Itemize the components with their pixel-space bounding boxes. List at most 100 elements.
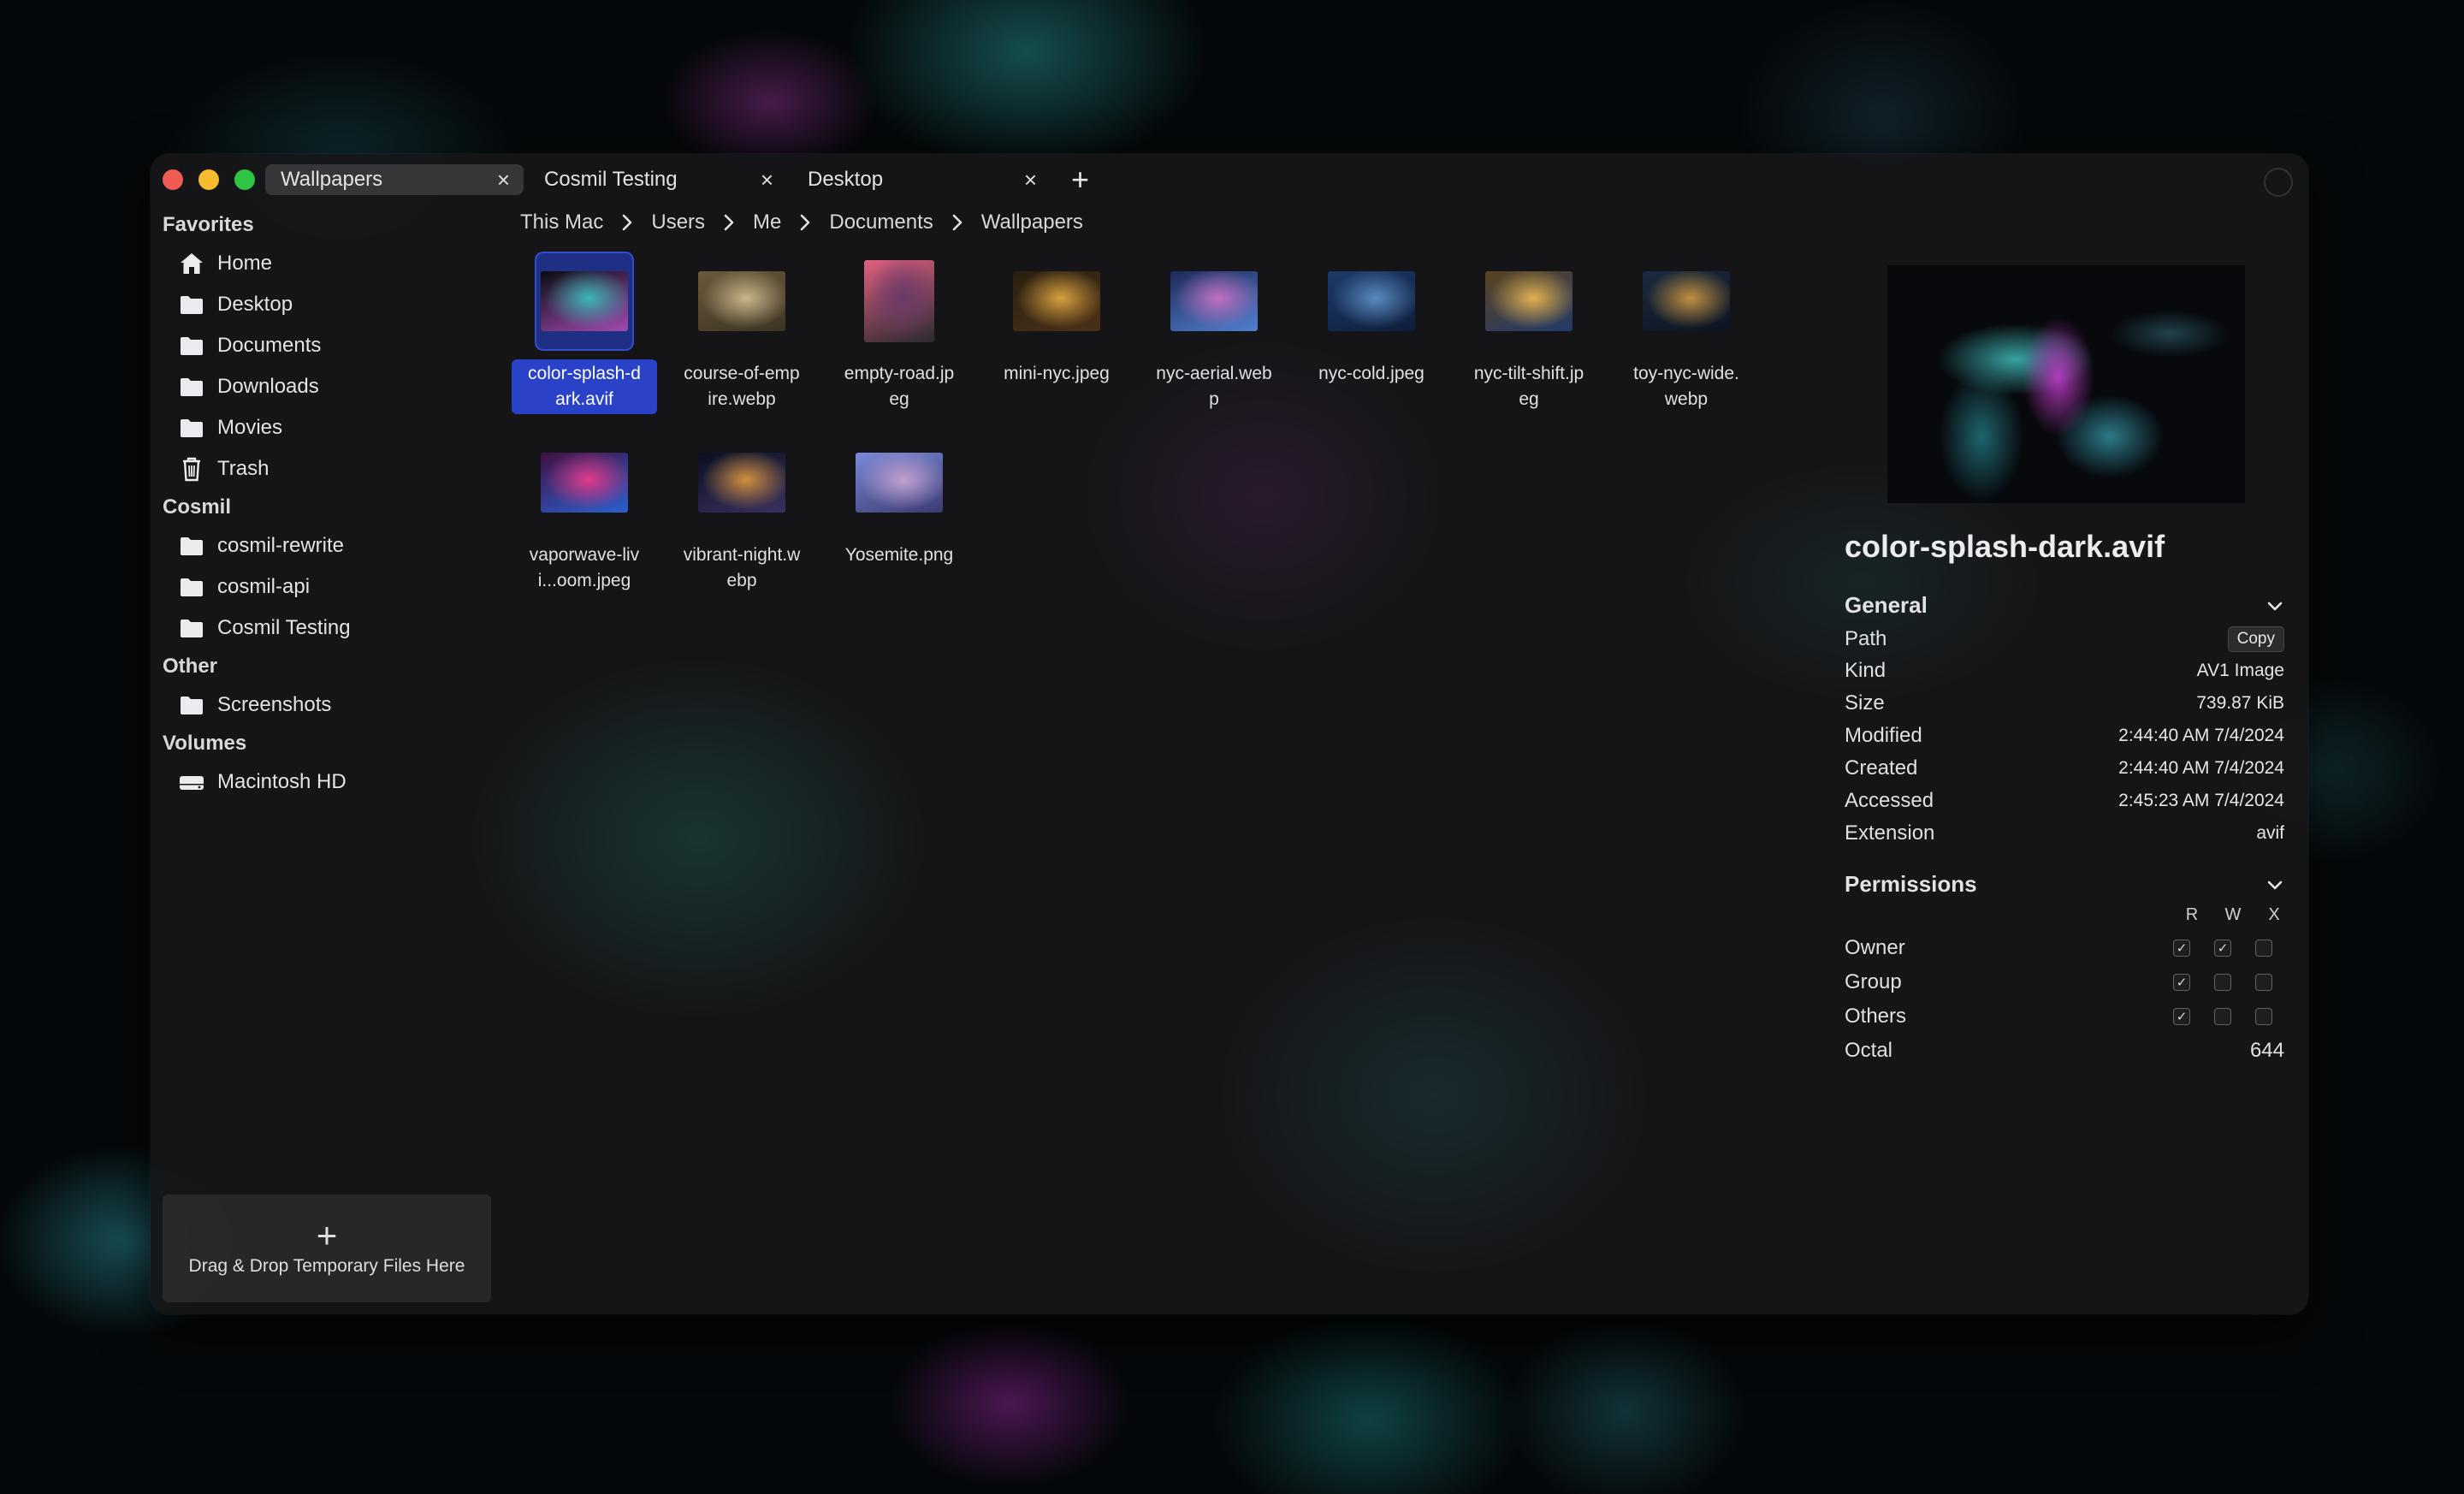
file-item[interactable]: nyc-tilt-shift.jp eg: [1456, 252, 1602, 414]
permission-checkbox-execute[interactable]: [2243, 940, 2284, 957]
file-item[interactable]: course-of-emp ire.webp: [669, 252, 814, 414]
info-label: Created: [1845, 756, 1918, 780]
sidebar-item-home[interactable]: Home: [163, 243, 496, 284]
info-value: 739.87 KiB: [2196, 693, 2284, 713]
chevron-down-icon: [2267, 602, 2283, 610]
chevron-down-icon: [2267, 880, 2283, 889]
file-name: course-of-emp ire.webp: [684, 364, 800, 409]
info-value: 2:45:23 AM 7/4/2024: [2118, 791, 2284, 810]
sidebar-item-macintosh-hd[interactable]: Macintosh HD: [163, 762, 496, 803]
copy-path-button[interactable]: Copy: [2227, 626, 2284, 652]
folder-icon: [178, 573, 205, 601]
empty-checkbox-icon: [2255, 974, 2272, 991]
permission-checkbox-write[interactable]: [2202, 974, 2243, 991]
permission-checkbox-write[interactable]: [2202, 1008, 2243, 1025]
file-item[interactable]: vibrant-night.w ebp: [669, 433, 814, 596]
info-value: 2:44:40 AM 7/4/2024: [2118, 726, 2284, 745]
sidebar-item-movies[interactable]: Movies: [163, 407, 496, 448]
file-thumbnail: [541, 453, 628, 513]
minimize-window-button[interactable]: [198, 169, 219, 190]
sidebar-item-screenshots[interactable]: Screenshots: [163, 685, 496, 726]
dropzone-label: Drag & Drop Temporary Files Here: [188, 1256, 465, 1276]
file-name: vibrant-night.w ebp: [683, 545, 801, 590]
info-label: Extension: [1845, 821, 1935, 845]
tab-desktop[interactable]: Desktop ×: [792, 164, 1051, 195]
permission-checkbox-read[interactable]: ✓: [2161, 1008, 2202, 1025]
file-item[interactable]: toy-nyc-wide. webp: [1614, 252, 1759, 414]
file-item[interactable]: nyc-cold.jpeg: [1299, 252, 1444, 388]
sidebar-item-cosmil-api[interactable]: cosmil-api: [163, 566, 496, 608]
file-item[interactable]: vaporwave-liv i...oom.jpeg: [512, 433, 657, 596]
permission-checkbox-execute[interactable]: [2243, 1008, 2284, 1025]
info-label: Size: [1845, 691, 1885, 714]
folder-icon: [178, 373, 205, 400]
temporary-files-dropzone[interactable]: + Drag & Drop Temporary Files Here: [163, 1195, 491, 1302]
file-thumbnail-frame: [1164, 252, 1264, 351]
permission-row-others: Others ✓: [1845, 1005, 2284, 1029]
checkmark-icon: ✓: [2173, 974, 2190, 991]
new-tab-button[interactable]: +: [1071, 164, 1089, 195]
sidebar-item-desktop[interactable]: Desktop: [163, 284, 496, 325]
file-thumbnail-frame: [535, 252, 634, 351]
file-item[interactable]: color-splash-d ark.avif: [512, 252, 657, 414]
info-label: Kind: [1845, 659, 1886, 682]
info-row-kind: Kind AV1 Image: [1845, 659, 2284, 683]
file-thumbnail: [1328, 271, 1415, 331]
breadcrumb-item[interactable]: Documents: [822, 210, 939, 234]
zoom-window-button[interactable]: [234, 169, 255, 190]
breadcrumb-item[interactable]: Me: [746, 210, 788, 234]
sidebar-section-cosmil: Cosmil: [163, 495, 232, 519]
window-menu-button[interactable]: [2264, 168, 2293, 197]
sidebar-item-label: Home: [217, 252, 273, 275]
sidebar-item-label: Cosmil Testing: [217, 616, 351, 639]
breadcrumb-item[interactable]: This Mac: [513, 210, 610, 234]
breadcrumb-item[interactable]: Wallpapers: [974, 210, 1090, 234]
close-tab-icon[interactable]: ×: [761, 169, 773, 191]
info-value: avif: [2256, 823, 2284, 843]
file-item[interactable]: mini-nyc.jpeg: [984, 252, 1129, 388]
folder-icon: [178, 614, 205, 642]
info-value: 2:44:40 AM 7/4/2024: [2118, 758, 2284, 778]
permission-checkbox-execute[interactable]: [2243, 974, 2284, 991]
file-item[interactable]: nyc-aerial.web p: [1141, 252, 1287, 414]
sidebar-section-other: Other: [163, 655, 218, 678]
file-item[interactable]: Yosemite.png: [826, 433, 972, 570]
plus-icon: +: [316, 1215, 338, 1255]
permissions-section-header[interactable]: Permissions: [1845, 871, 2284, 898]
breadcrumb-item[interactable]: Users: [644, 210, 712, 234]
file-name: nyc-cold.jpeg: [1318, 364, 1424, 383]
permission-checkbox-write[interactable]: ✓: [2202, 940, 2243, 957]
info-row-accessed: Accessed 2:45:23 AM 7/4/2024: [1845, 789, 2284, 813]
folder-icon: [178, 332, 205, 359]
chevron-right-icon: [712, 213, 746, 232]
general-section-header[interactable]: General: [1845, 592, 2284, 619]
close-window-button[interactable]: [163, 169, 183, 190]
permission-checkbox-read[interactable]: ✓: [2161, 974, 2202, 991]
sidebar-item-cosmil-rewrite[interactable]: cosmil-rewrite: [163, 525, 496, 566]
file-thumbnail-frame: [692, 433, 791, 532]
file-thumbnail-frame: [850, 252, 949, 351]
close-tab-icon[interactable]: ×: [1024, 169, 1037, 191]
info-row-size: Size 739.87 KiB: [1845, 691, 2284, 715]
sidebar-item-documents[interactable]: Documents: [163, 325, 496, 366]
tab-cosmil-testing[interactable]: Cosmil Testing ×: [529, 164, 787, 195]
octal-value: 644: [2249, 1039, 2284, 1062]
close-tab-icon[interactable]: ×: [497, 169, 510, 191]
tab-wallpapers[interactable]: Wallpapers ×: [265, 164, 524, 195]
trash-icon: [178, 455, 205, 483]
sidebar-item-downloads[interactable]: Downloads: [163, 366, 496, 407]
perm-header-read: R: [2185, 905, 2199, 924]
file-item[interactable]: empty-road.jp eg: [826, 252, 972, 414]
sidebar-item-trash[interactable]: Trash: [163, 448, 496, 489]
empty-checkbox-icon: [2214, 1008, 2231, 1025]
permission-checkbox-read[interactable]: ✓: [2161, 940, 2202, 957]
octal-row: Octal 644: [1845, 1039, 2284, 1063]
permission-row-group: Group ✓: [1845, 970, 2284, 994]
file-name: mini-nyc.jpeg: [1004, 364, 1110, 383]
sidebar-item-cosmil-testing[interactable]: Cosmil Testing: [163, 608, 496, 649]
permissions-section-label: Permissions: [1845, 871, 1977, 897]
sidebar-section-favorites: Favorites: [163, 213, 254, 236]
file-thumbnail: [1013, 271, 1100, 331]
info-row-created: Created 2:44:40 AM 7/4/2024: [1845, 756, 2284, 780]
permission-checkboxes: ✓: [2161, 974, 2284, 991]
